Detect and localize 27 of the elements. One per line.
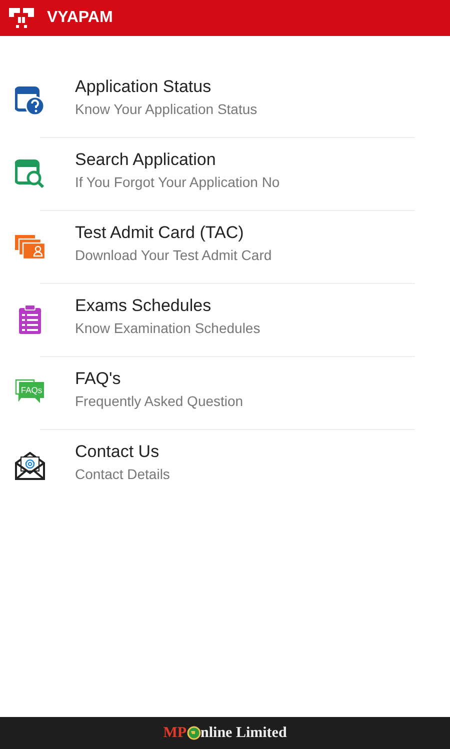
menu-item[interactable]: Contact Us Contact Details	[0, 429, 450, 502]
menu-title: Search Application	[75, 150, 217, 170]
menu-item[interactable]: Application Status Know Your Application Status	[0, 64, 450, 137]
window-search-icon	[14, 158, 44, 188]
menu-title: Exams Schedules	[75, 296, 212, 316]
menu-item[interactable]: FAQs FAQ's Frequently Asked Question	[0, 356, 450, 429]
menu-item[interactable]: Exams Schedules Know Examination Schedules	[0, 283, 450, 356]
menu-title: Application Status	[75, 76, 212, 96]
clipboard-list-icon	[18, 304, 42, 334]
brand-text: nline Limited	[200, 724, 287, 742]
menu-title: FAQ's	[75, 368, 122, 388]
menu-subtitle: Know Examination Schedules	[75, 320, 260, 336]
window-help-icon	[14, 86, 44, 116]
menu-title: Test Admit Card (TAC)	[75, 222, 245, 242]
id-cards-icon	[14, 234, 46, 260]
menu-item[interactable]: Test Admit Card (TAC) Download Your Test Admit Card	[0, 210, 450, 283]
menu-title: Contact Us	[75, 442, 160, 462]
menu-item[interactable]: Search Application If You Forgot Your Application No	[0, 137, 450, 210]
globe-icon	[186, 726, 201, 740]
brand-text: MP	[163, 724, 187, 742]
logo-icon	[8, 7, 35, 29]
menu-subtitle: Know Your Application Status	[75, 100, 258, 116]
menu-subtitle: Frequently Asked Question	[75, 392, 244, 408]
app-title: VYAPAM	[47, 9, 113, 27]
menu-subtitle: Download Your Test Admit Card	[75, 246, 272, 262]
menu-subtitle: Contact Details	[75, 466, 170, 482]
menu-subtitle: If You Forgot Your Application No	[75, 174, 280, 190]
